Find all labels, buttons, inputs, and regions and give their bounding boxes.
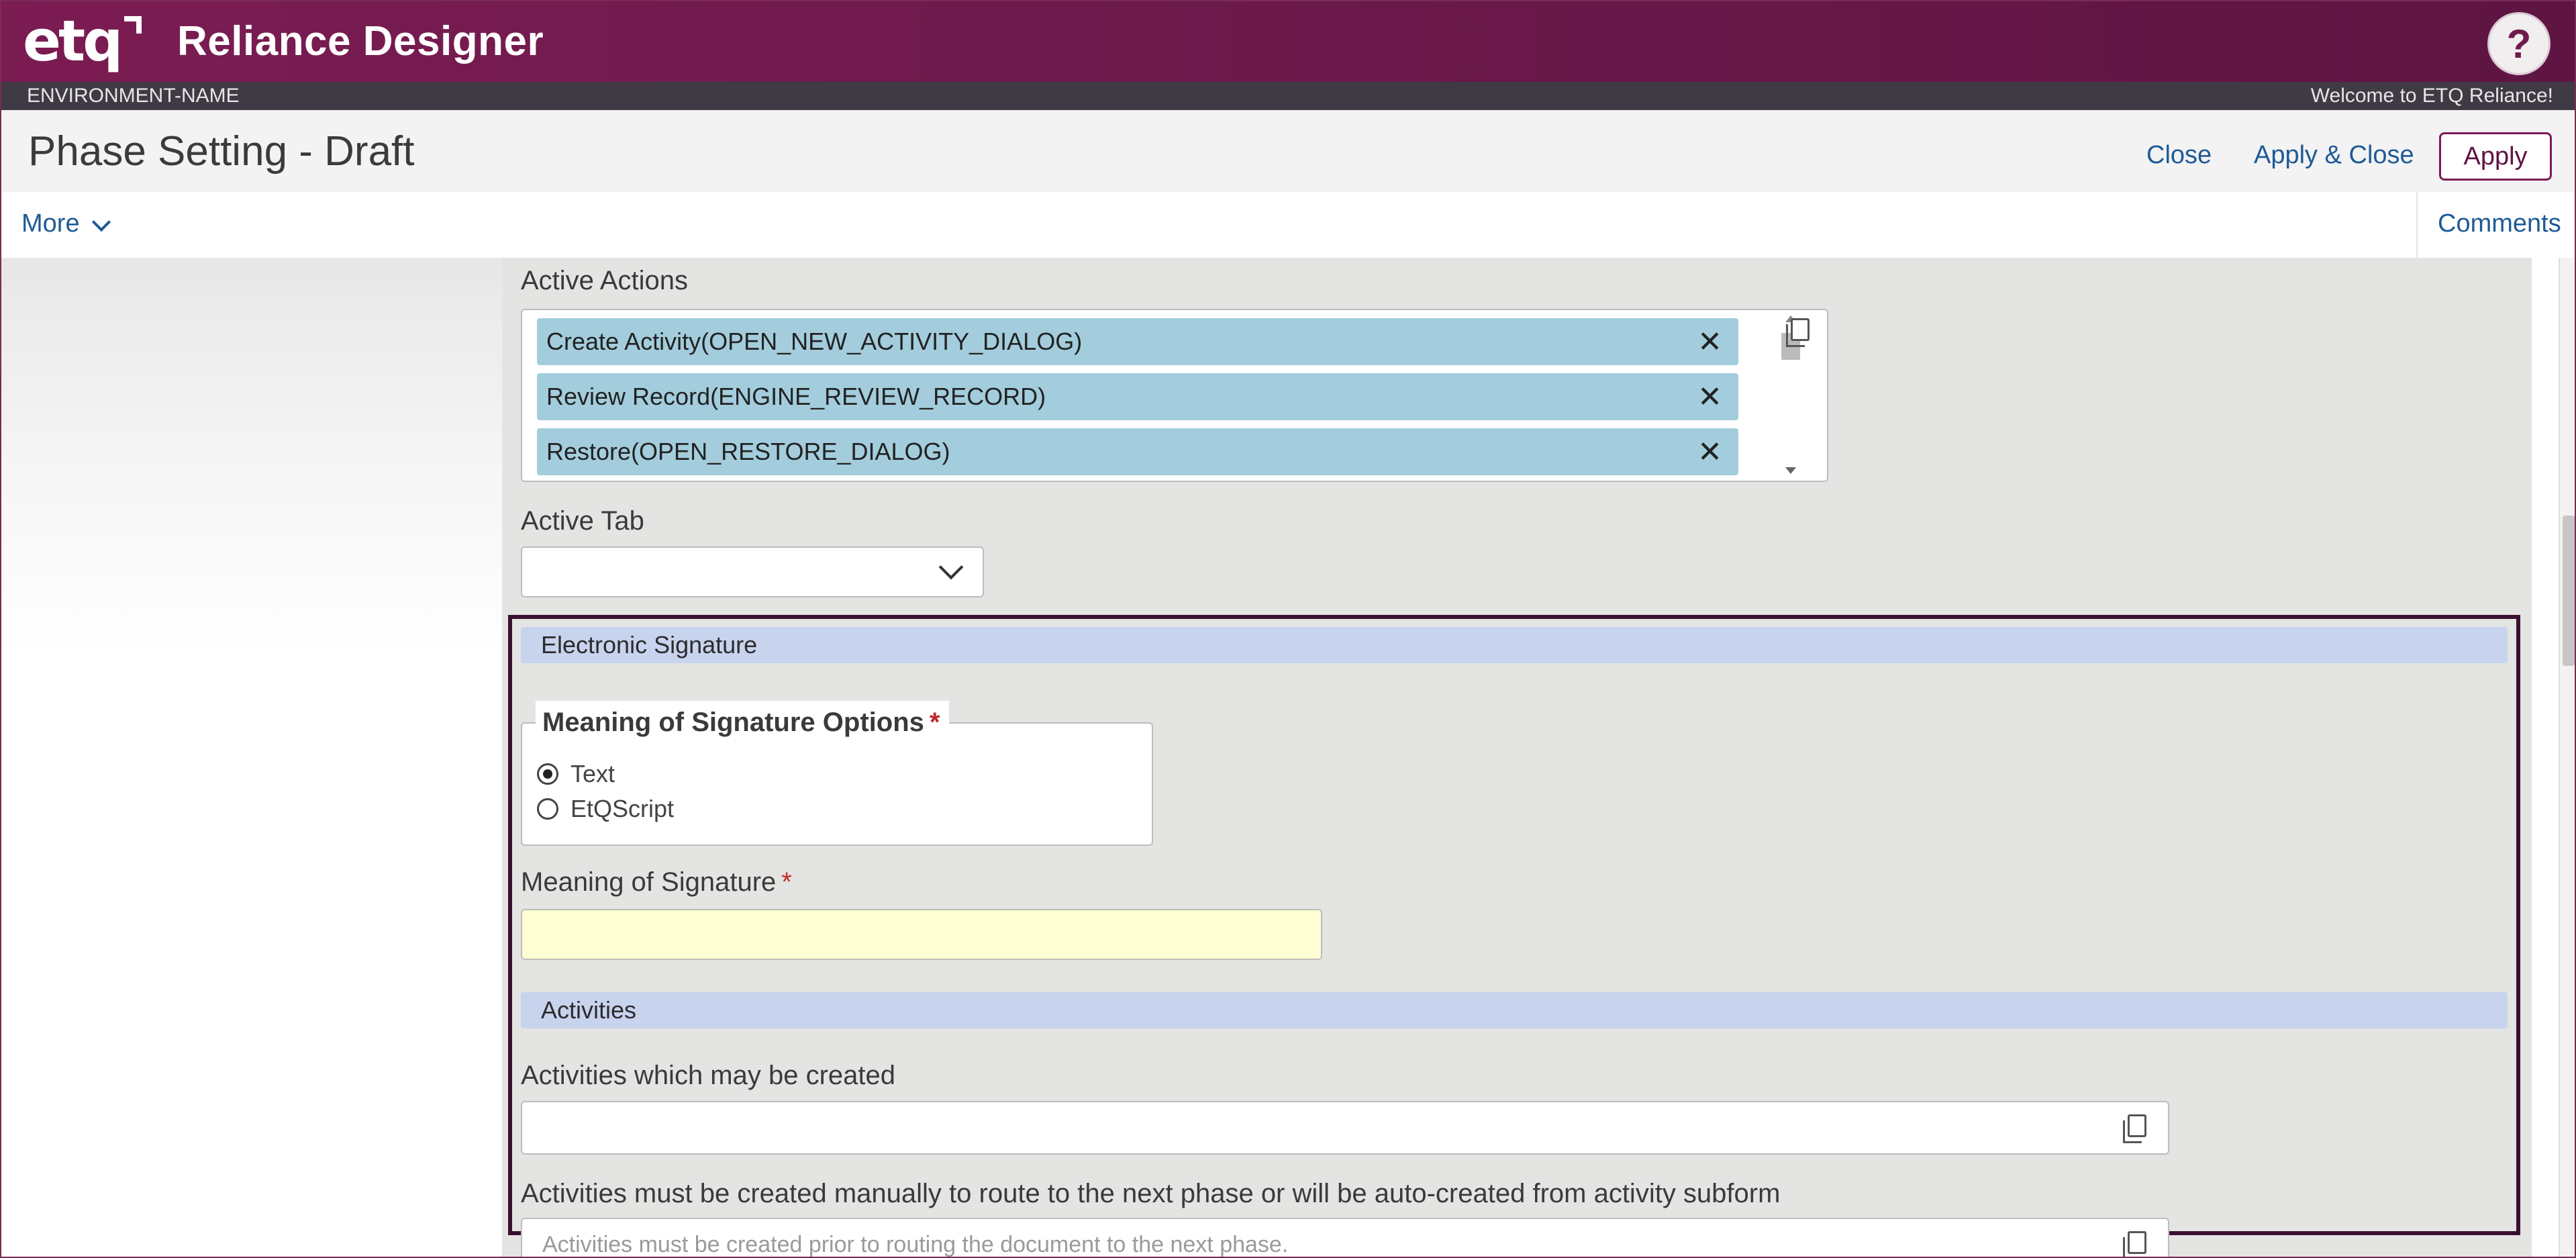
- scroll-down-icon[interactable]: [1785, 467, 1796, 474]
- radio-label: Text: [571, 760, 615, 787]
- activities-created-input[interactable]: [521, 1101, 2169, 1155]
- app-frame: etq Reliance Designer ? ENVIRONMENT-NAME…: [0, 0, 2576, 1258]
- activities-manual-placeholder: Activities must be created prior to rout…: [542, 1231, 1289, 1257]
- welcome-text: Welcome to ETQ Reliance!: [2310, 85, 2553, 107]
- active-action-text: Review Record(ENGINE_REVIEW_RECORD): [546, 383, 1046, 410]
- comments-panel-toggle: Comments: [2416, 192, 2575, 258]
- meaning-of-signature-label: Meaning of Signature *: [521, 867, 792, 898]
- list-item[interactable]: Create Activity(OPEN_NEW_ACTIVITY_DIALOG…: [537, 318, 1738, 365]
- lookup-icon[interactable]: [2123, 1114, 2146, 1143]
- menu-bar: More Comments: [1, 192, 2575, 259]
- left-gutter: [1, 258, 502, 1257]
- required-mark: *: [781, 867, 792, 897]
- active-actions-label: Active Actions: [521, 266, 689, 295]
- activities-created-label: Activities which may be created: [521, 1061, 896, 1090]
- list-item[interactable]: Restore(OPEN_RESTORE_DIALOG) ✕: [537, 428, 1738, 475]
- active-actions-list[interactable]: Create Activity(OPEN_NEW_ACTIVITY_DIALOG…: [521, 309, 1828, 482]
- comments-button[interactable]: Comments: [2438, 209, 2561, 238]
- page-title: Phase Setting - Draft: [28, 128, 415, 175]
- chevron-down-icon: [91, 212, 111, 232]
- meaning-of-signature-input[interactable]: [521, 909, 1322, 960]
- active-tab-select[interactable]: [521, 546, 984, 597]
- radio-label: EtQScript: [571, 795, 675, 822]
- close-button[interactable]: Close: [2146, 141, 2212, 170]
- radio-selected-icon[interactable]: [537, 763, 558, 785]
- environment-name: ENVIRONMENT-NAME: [27, 85, 240, 107]
- radio-option-etqscript[interactable]: EtQScript: [537, 795, 674, 823]
- active-action-text: Create Activity(OPEN_NEW_ACTIVITY_DIALOG…: [546, 328, 1083, 355]
- page-scrollbar[interactable]: [2559, 258, 2575, 1257]
- lookup-icon[interactable]: [2123, 1231, 2146, 1257]
- help-button[interactable]: ?: [2487, 12, 2550, 75]
- lookup-icon[interactable]: [1786, 318, 1810, 347]
- remove-icon[interactable]: ✕: [1697, 435, 1722, 469]
- active-tab-label: Active Tab: [521, 506, 644, 536]
- required-mark: *: [929, 707, 940, 737]
- app-title: Reliance Designer: [177, 18, 544, 64]
- environment-bar: ENVIRONMENT-NAME Welcome to ETQ Reliance…: [1, 82, 2575, 110]
- page-scroll-thumb[interactable]: [2563, 516, 2575, 666]
- more-menu[interactable]: More: [21, 209, 111, 238]
- active-action-text: Restore(OPEN_RESTORE_DIALOG): [546, 438, 950, 465]
- radio-option-text[interactable]: Text: [537, 760, 615, 788]
- signature-options-label: Meaning of Signature Options: [542, 707, 924, 737]
- activities-header: Activities: [521, 992, 2508, 1028]
- apply-and-close-button[interactable]: Apply & Close: [2254, 141, 2414, 170]
- list-item[interactable]: Review Record(ENGINE_REVIEW_RECORD) ✕: [537, 373, 1738, 420]
- remove-icon[interactable]: ✕: [1697, 380, 1722, 414]
- activities-manual-label: Activities must be created manually to r…: [521, 1179, 1781, 1208]
- logo-mark-icon: [124, 16, 142, 34]
- apply-button[interactable]: Apply: [2439, 132, 2552, 181]
- title-bar: Phase Setting - Draft Close Apply & Clos…: [1, 110, 2575, 193]
- etq-logo[interactable]: etq: [23, 9, 142, 72]
- chevron-down-icon: [938, 554, 964, 580]
- electronic-signature-header: Electronic Signature: [521, 627, 2508, 663]
- remove-icon[interactable]: ✕: [1697, 325, 1722, 359]
- top-bar: etq Reliance Designer ?: [1, 1, 2575, 82]
- meaning-label-text: Meaning of Signature: [521, 867, 777, 897]
- logo-text: etq: [23, 8, 123, 74]
- more-label: More: [21, 209, 80, 238]
- content-area: Active Actions Create Activity(OPEN_NEW_…: [1, 258, 2575, 1257]
- activities-manual-input[interactable]: Activities must be created prior to rout…: [521, 1218, 2169, 1257]
- signature-options-group: Meaning of Signature Options * Text EtQS…: [521, 701, 1153, 846]
- radio-unselected-icon[interactable]: [537, 798, 558, 820]
- signature-options-legend: Meaning of Signature Options *: [536, 701, 950, 744]
